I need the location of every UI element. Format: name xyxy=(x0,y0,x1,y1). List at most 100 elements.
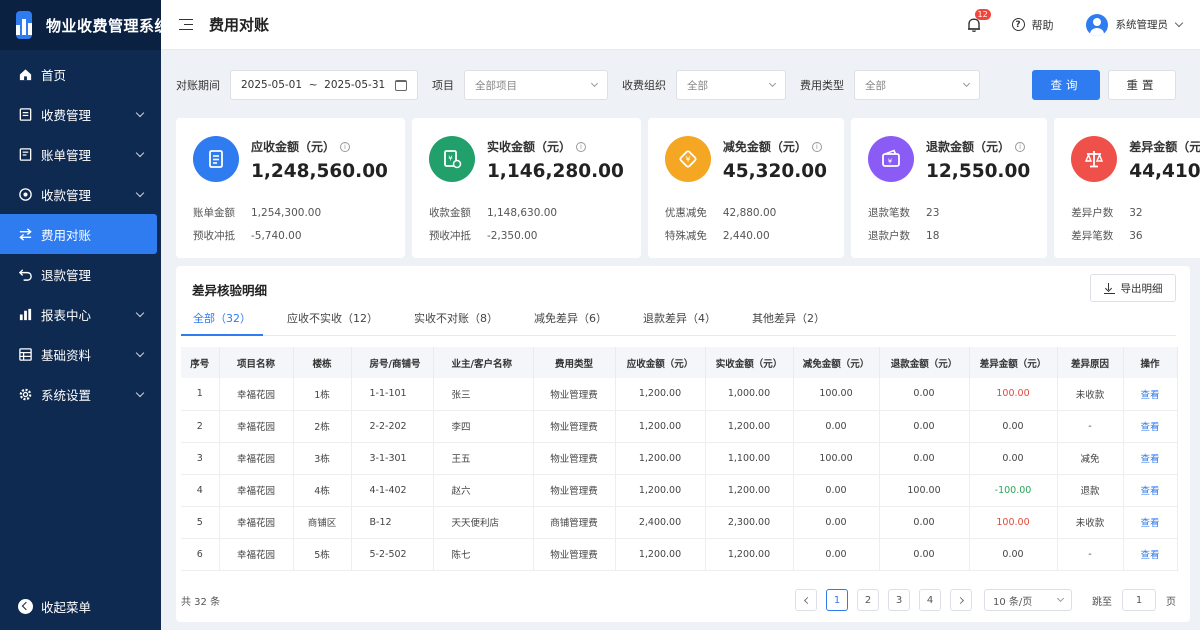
summary-card-2: ¥ 实收金额（元） i 1,146,280.00 收款金额 1,148,630.00 预收冲… xyxy=(411,118,641,258)
page-button-4[interactable]: 4 xyxy=(919,589,941,611)
tab-1[interactable]: 全部（32） xyxy=(181,308,263,336)
org-select-value: 全部 xyxy=(687,79,708,92)
avatar xyxy=(1085,13,1108,36)
table-header-row: 序号 项目名称 楼栋 房号/商铺号 业主/客户名称 费用类型 应收金额（元） 实收金额（元）减… xyxy=(181,347,1178,378)
page-button-3[interactable]: 3 xyxy=(888,589,910,611)
view-link[interactable]: 查看 xyxy=(1123,442,1178,475)
chevron-down-icon xyxy=(962,79,971,88)
view-link[interactable]: 查看 xyxy=(1123,474,1178,507)
sidebar-item-label: 收款管理 xyxy=(41,187,92,203)
table-cell: 0.00 xyxy=(969,442,1058,475)
chevron-down-icon xyxy=(135,388,145,397)
info-icon[interactable]: i xyxy=(340,141,351,152)
tab-5[interactable]: 退款差异（4） xyxy=(631,308,728,336)
jump-page-input[interactable]: 1 xyxy=(1122,589,1156,611)
card-value: 1,248,560.00 xyxy=(251,161,388,182)
sidebar-item-9[interactable]: 系统设置 xyxy=(0,374,157,414)
sidebar: 物业收费管理系统 首页 收费管理 账单管理 收款管理 费用对账 退款管理 报表中心 基础资料系… xyxy=(0,0,170,630)
org-select[interactable]: 全部 xyxy=(676,70,786,100)
table-cell: 商铺管理费 xyxy=(533,506,616,539)
table-cell: 王五 xyxy=(433,442,534,475)
info-icon[interactable]: i xyxy=(1015,141,1026,152)
date-range-picker[interactable]: 2025-05-01 ~ 2025-05-31 xyxy=(230,70,418,100)
building-logo-icon xyxy=(16,11,32,39)
question-icon: ? xyxy=(1011,18,1025,31)
user-menu[interactable]: 系统管理员 xyxy=(1085,13,1184,36)
card-detail-value: 32 xyxy=(1129,207,1143,219)
tab-4[interactable]: 减免差异（6） xyxy=(522,308,619,336)
card-detail-row: 差异户数 32 xyxy=(1071,202,1200,225)
info-icon[interactable]: i xyxy=(575,141,586,152)
table-cell: 5 xyxy=(181,506,220,539)
table-cell: 物业管理费 xyxy=(533,474,616,507)
tab-6[interactable]: 其他差异（2） xyxy=(740,308,837,336)
table-cell: 幸福花园 xyxy=(219,410,294,443)
payment-icon xyxy=(18,187,33,202)
card-title: 减免金额（元） i xyxy=(723,138,827,155)
view-link[interactable]: 查看 xyxy=(1123,538,1178,571)
table-cell: 1,200.00 xyxy=(615,378,706,411)
card-header: ¥ 减免金额（元） i 45,320.00 xyxy=(664,136,827,202)
table-row: 6 幸福花园 5栋 5-2-502 陈七 物业管理费 1,200.00 1,200.00 0.0… xyxy=(181,538,1178,571)
card-detail-row: 差异笔数 36 xyxy=(1071,225,1200,248)
download-icon xyxy=(1103,282,1115,294)
table-cell: 0.00 xyxy=(879,442,970,475)
page-button-1[interactable]: 1 xyxy=(826,589,848,611)
table-cell: 商铺区 xyxy=(293,506,352,539)
column-header: 应收金额（元） xyxy=(615,347,706,378)
page-size-select[interactable]: 10 条/页 xyxy=(984,589,1072,611)
view-link[interactable]: 查看 xyxy=(1123,410,1178,443)
sidebar-item-1[interactable]: 首页 xyxy=(0,54,157,94)
total-count: 共 32 条 xyxy=(181,596,221,608)
tab-2[interactable]: 应收不实收（12） xyxy=(275,308,390,336)
sidebar-item-7[interactable]: 报表中心 xyxy=(0,294,157,334)
sidebar-item-4[interactable]: 收款管理 xyxy=(0,174,157,214)
menu-toggle-icon[interactable] xyxy=(179,18,193,31)
prev-page-button[interactable] xyxy=(795,589,817,611)
collapse-icon xyxy=(18,599,33,614)
home-icon xyxy=(18,67,33,82)
sidebar-item-5[interactable]: 费用对账 xyxy=(0,214,157,254)
period-label: 对账期间 xyxy=(176,79,220,92)
summary-card-1: 应收金额（元） i 1,248,560.00 账单金额 1,254,300.00 预收冲抵… xyxy=(176,118,405,258)
card-header: 差异金额（元）i 44,410.00 xyxy=(1071,136,1200,202)
fee-type-select-value: 全部 xyxy=(865,79,886,92)
card-title: 差异金额（元）i xyxy=(1129,138,1200,155)
fee-type-select[interactable]: 全部 xyxy=(854,70,980,100)
table-cell: 1栋 xyxy=(293,378,352,411)
query-button[interactable]: 查询 xyxy=(1032,70,1100,100)
info-icon[interactable]: i xyxy=(811,141,822,152)
top-header: 费用对账 12 ? 帮助 系统管理员 xyxy=(161,0,1200,50)
tab-3[interactable]: 实收不对账（8） xyxy=(402,308,510,336)
notification-button[interactable]: 12 xyxy=(966,8,991,33)
column-header: 差异金额（元） xyxy=(969,347,1058,378)
sidebar-item-6[interactable]: 退款管理 xyxy=(0,254,157,294)
reset-button[interactable]: 重置 xyxy=(1108,70,1176,100)
collapse-menu-button[interactable]: 收起菜单 xyxy=(18,597,91,616)
table-cell: 1,100.00 xyxy=(705,442,794,475)
card-detail-value: 36 xyxy=(1129,230,1143,242)
project-select[interactable]: 全部项目 xyxy=(464,70,608,100)
card-detail-label: 退款户数 xyxy=(868,230,911,242)
card-detail-value: -5,740.00 xyxy=(251,230,302,242)
help-button[interactable]: ? 帮助 xyxy=(1011,17,1054,33)
sidebar-item-label: 基础资料 xyxy=(41,347,92,363)
chevron-down-icon xyxy=(768,79,777,88)
table-cell: 1,200.00 xyxy=(705,410,794,443)
card-detail-label: 优惠减免 xyxy=(664,207,707,219)
table-cell: 2-2-202 xyxy=(351,410,434,443)
next-page-button[interactable] xyxy=(950,589,972,611)
card-detail-label: 特殊减免 xyxy=(664,230,707,242)
table-cell: 1,200.00 xyxy=(615,538,706,571)
sidebar-item-label: 首页 xyxy=(41,67,67,83)
view-link[interactable]: 查看 xyxy=(1123,378,1178,411)
chevron-down-icon xyxy=(135,188,145,197)
sidebar-item-2[interactable]: 收费管理 xyxy=(0,94,157,134)
view-link[interactable]: 查看 xyxy=(1123,506,1178,539)
chevron-down-icon xyxy=(135,348,145,357)
sidebar-item-8[interactable]: 基础资料 xyxy=(0,334,157,374)
table-cell: 0.00 xyxy=(969,538,1058,571)
export-button[interactable]: 导出明细 xyxy=(1090,274,1176,302)
page-button-2[interactable]: 2 xyxy=(857,589,879,611)
sidebar-item-3[interactable]: 账单管理 xyxy=(0,134,157,174)
